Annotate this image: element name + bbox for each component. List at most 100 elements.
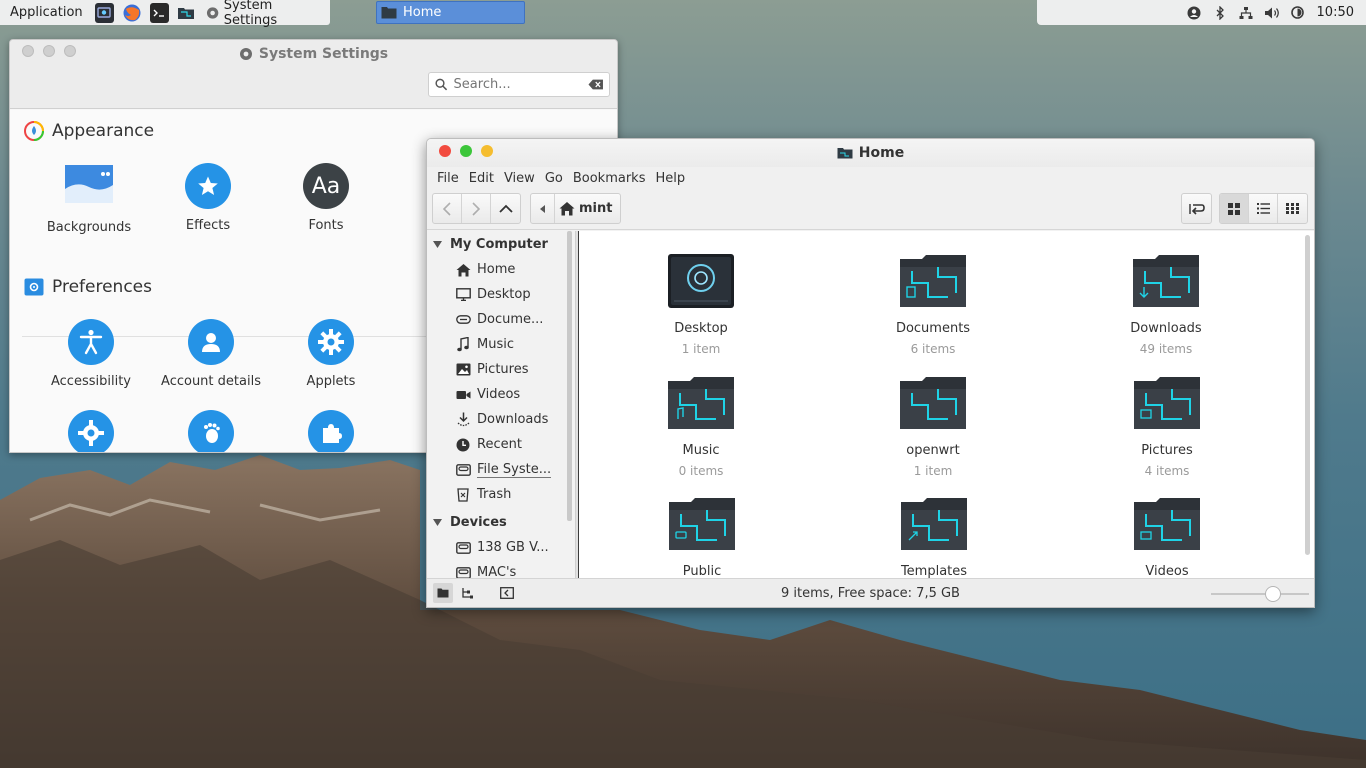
documents-folder-icon — [900, 255, 966, 307]
file-item-pictures[interactable]: Pictures 4 items — [1092, 375, 1242, 478]
terminal-launcher-icon[interactable] — [149, 2, 169, 23]
volume-icon[interactable] — [1261, 2, 1283, 24]
file-name: Pictures — [1141, 443, 1193, 458]
menu-file[interactable]: File — [432, 171, 464, 186]
list-icon — [1256, 203, 1270, 214]
sidebar-devices-header[interactable]: Devices — [427, 510, 575, 535]
gear-icon — [308, 319, 354, 365]
brightness-icon[interactable] — [1287, 2, 1309, 24]
content-scrollbar[interactable] — [1305, 235, 1310, 555]
music-note-icon — [455, 337, 471, 352]
backgrounds-item[interactable]: Backgrounds — [34, 165, 144, 235]
templates-folder-icon — [901, 498, 967, 550]
application-menu-button[interactable]: Application — [0, 5, 91, 20]
taskbar-system-settings[interactable]: System Settings — [200, 0, 330, 28]
settings-item-row3-1[interactable] — [36, 410, 146, 452]
top-panel-right: 10:50 — [1037, 0, 1366, 25]
files-statusbar: 9 items, Free space: 7,5 GB — [427, 578, 1314, 607]
network-icon[interactable] — [1235, 2, 1257, 24]
clock-icon — [455, 438, 471, 452]
file-name: openwrt — [906, 443, 960, 458]
system-monitor-launcher-icon[interactable] — [94, 2, 114, 23]
menu-view[interactable]: View — [499, 171, 540, 186]
applets-item[interactable]: Applets — [276, 319, 386, 389]
firefox-launcher-icon[interactable] — [122, 3, 142, 23]
settings-icon — [239, 48, 252, 60]
list-view-button[interactable] — [1249, 194, 1278, 223]
grid-icon — [1228, 202, 1240, 215]
settings-item-row3-3[interactable] — [276, 410, 386, 452]
chevron-down-icon — [433, 519, 442, 526]
account-details-item[interactable]: Account details — [156, 319, 266, 389]
backgrounds-icon — [65, 165, 113, 203]
effects-item[interactable]: Effects — [153, 163, 263, 233]
fonts-icon: Aa — [303, 163, 349, 209]
sidebar-item-device-2[interactable]: MAC's — [427, 560, 575, 580]
file-item-videos[interactable]: Videos — [1092, 496, 1242, 580]
file-item-downloads[interactable]: Downloads 49 items — [1091, 253, 1241, 356]
menu-edit[interactable]: Edit — [464, 171, 499, 186]
file-item-templates[interactable]: Templates — [859, 496, 1009, 580]
location-toggle-icon — [1188, 203, 1205, 215]
settings-item-row3-2[interactable] — [156, 410, 266, 452]
sidebar-item-downloads[interactable]: Downloads — [427, 407, 575, 432]
path-scroll-left-button[interactable] — [531, 194, 555, 223]
files-content-area: Desktop 1 item Documents 6 items Downloa… — [579, 231, 1314, 580]
taskbar-home[interactable]: Home — [376, 1, 525, 24]
extension-puzzle-icon — [308, 410, 354, 452]
preferences-icon — [24, 278, 44, 296]
zoom-slider-handle[interactable] — [1265, 586, 1281, 602]
sidebar-item-device-1[interactable]: 138 GB V... — [427, 535, 575, 560]
settings-titlebar[interactable]: System Settings — [10, 40, 617, 109]
files-titlebar[interactable]: Home — [427, 139, 1314, 167]
compact-view-button[interactable] — [1278, 194, 1307, 223]
fonts-item[interactable]: Aa Fonts — [271, 163, 381, 233]
forward-button[interactable] — [462, 194, 491, 223]
path-crumb-mint[interactable]: mint — [555, 194, 620, 223]
sidebar-item-videos[interactable]: Videos — [427, 382, 575, 407]
sidebar-item-documents[interactable]: Docume... — [427, 307, 575, 332]
bluetooth-icon[interactable] — [1209, 2, 1231, 24]
up-button[interactable] — [491, 194, 520, 223]
sidebar-scrollbar[interactable] — [567, 231, 572, 521]
file-item-openwrt[interactable]: openwrt 1 item — [858, 375, 1008, 478]
accessibility-item[interactable]: Accessibility — [36, 319, 146, 389]
clock[interactable]: 10:50 — [1317, 5, 1354, 20]
sidebar-item-file-system[interactable]: File Syste... — [427, 457, 575, 482]
settings-search-input[interactable] — [453, 77, 582, 92]
file-item-documents[interactable]: Documents 6 items — [858, 253, 1008, 356]
back-button[interactable] — [433, 194, 462, 223]
menu-help[interactable]: Help — [650, 171, 690, 186]
sidebar-item-trash[interactable]: Trash — [427, 482, 575, 507]
sidebar-item-music[interactable]: Music — [427, 332, 575, 357]
user-icon[interactable] — [1183, 2, 1205, 24]
sidebar-item-desktop[interactable]: Desktop — [427, 282, 575, 307]
sidebar-my-computer-header[interactable]: My Computer — [427, 232, 575, 257]
files-launcher-icon[interactable] — [177, 3, 196, 23]
zoom-slider-track[interactable] — [1211, 593, 1309, 595]
chevron-right-icon — [472, 201, 481, 216]
folder-icon — [837, 148, 853, 159]
file-item-desktop[interactable]: Desktop 1 item — [626, 253, 776, 356]
file-item-public[interactable]: Public — [627, 496, 777, 580]
account-details-label: Account details — [161, 374, 261, 389]
sidebar-item-label: Pictures — [477, 362, 529, 377]
icon-view-button[interactable] — [1220, 194, 1249, 223]
menu-bookmarks[interactable]: Bookmarks — [568, 171, 651, 186]
picture-icon — [455, 363, 471, 376]
status-text: 9 items, Free space: 7,5 GB — [781, 586, 960, 601]
file-count: 1 item — [913, 464, 953, 478]
sidebar-item-pictures[interactable]: Pictures — [427, 357, 575, 382]
home-icon — [559, 202, 575, 216]
toggle-location-button[interactable] — [1182, 194, 1211, 223]
gnome-foot-icon — [188, 410, 234, 452]
accessibility-label: Accessibility — [51, 374, 131, 389]
sidebar-item-recent[interactable]: Recent — [427, 432, 575, 457]
accessibility-icon — [68, 319, 114, 365]
sidebar-item-home[interactable]: Home — [427, 257, 575, 282]
menu-go[interactable]: Go — [540, 171, 568, 186]
file-item-music[interactable]: Music 0 items — [626, 375, 776, 478]
documents-icon — [455, 315, 471, 324]
toggle-location-group — [1181, 193, 1212, 224]
settings-search-box[interactable] — [428, 72, 610, 97]
